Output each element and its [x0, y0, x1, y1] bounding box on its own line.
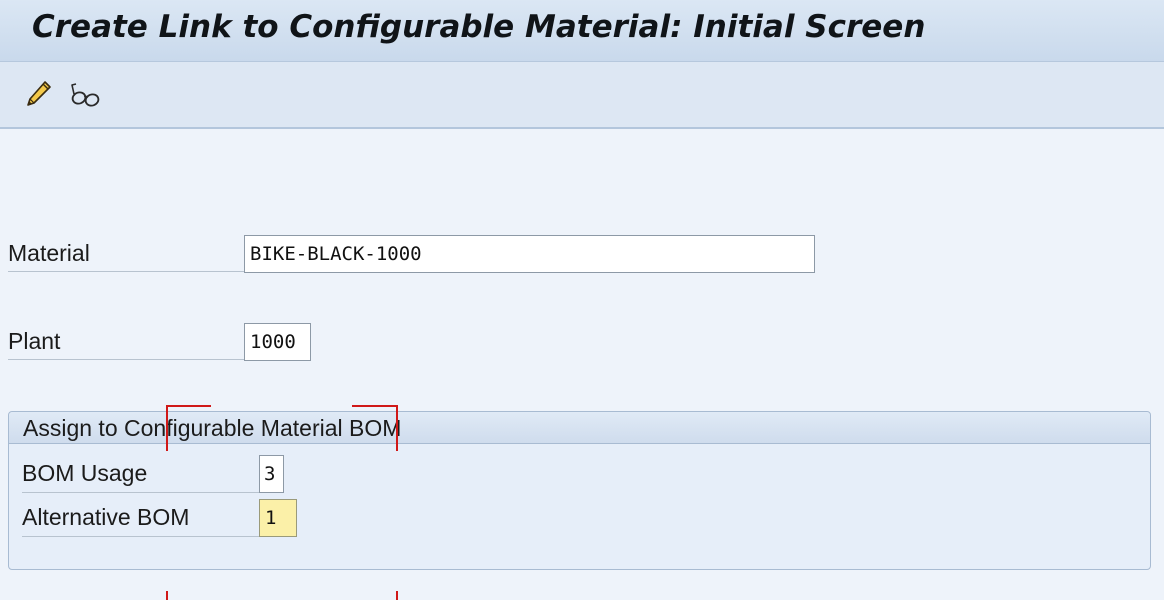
- annotation-bracket-left: [166, 405, 168, 451]
- display-button[interactable]: [68, 76, 104, 112]
- change-button[interactable]: [20, 76, 56, 112]
- material-input[interactable]: BIKE-BLACK-1000: [244, 235, 815, 273]
- material-label: Material: [8, 240, 244, 272]
- annotation-bracket-right-top: [352, 405, 397, 407]
- alternative-bom-label: Alternative BOM: [22, 504, 267, 537]
- bom-usage-input[interactable]: 3: [259, 455, 284, 493]
- title-bar: Create Link to Configurable Material: In…: [0, 0, 1164, 62]
- annotation-bracket-left-bottom: [166, 591, 168, 600]
- page-title: Create Link to Configurable Material: In…: [32, 9, 926, 45]
- bom-usage-label: BOM Usage: [22, 460, 267, 493]
- annotation-bracket-right-bottom: [396, 591, 398, 600]
- bom-assignment-group: Assign to Configurable Material BOM BOM …: [8, 411, 1151, 570]
- pencil-icon: [23, 79, 53, 109]
- application-toolbar: [0, 62, 1164, 129]
- annotation-bracket-right: [396, 405, 398, 451]
- annotation-bracket-left-top: [166, 405, 211, 407]
- plant-label: Plant: [8, 328, 244, 360]
- plant-input[interactable]: 1000: [244, 323, 311, 361]
- group-header: Assign to Configurable Material BOM: [9, 412, 1150, 444]
- main-content: Material BIKE-BLACK-1000 Plant 1000 Assi…: [0, 129, 1164, 600]
- group-title: Assign to Configurable Material BOM: [23, 415, 402, 441]
- alternative-bom-input[interactable]: 1: [259, 499, 297, 537]
- glasses-icon: [68, 79, 104, 109]
